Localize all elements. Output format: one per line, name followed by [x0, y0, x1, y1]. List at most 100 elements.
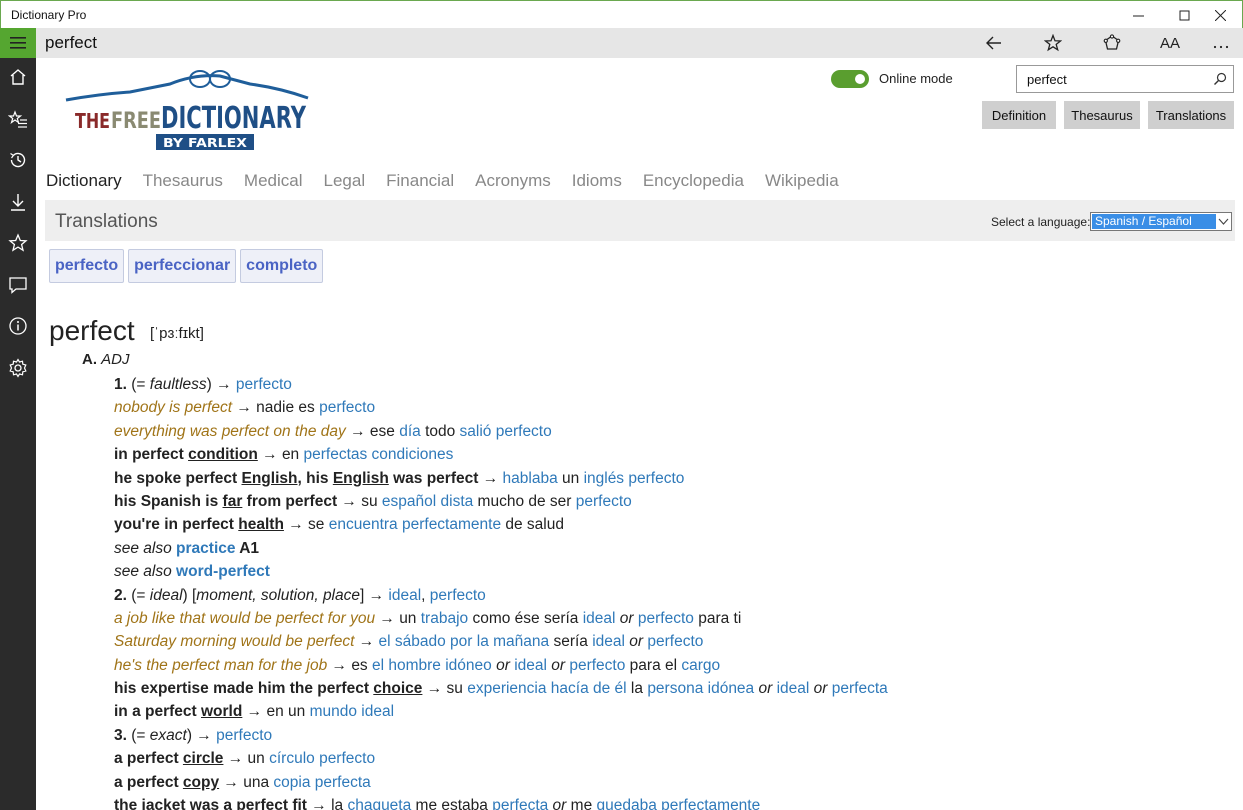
pos-letter: A.: [82, 351, 97, 368]
translation-link[interactable]: cargo: [681, 657, 720, 674]
translation-link[interactable]: perfecto: [430, 587, 486, 604]
text: → en: [257, 446, 304, 464]
cross-reference-link[interactable]: word-perfect: [176, 563, 270, 580]
text: un: [557, 469, 584, 487]
keyword-link[interactable]: circle: [183, 750, 224, 767]
translation-link[interactable]: ideal: [514, 657, 547, 674]
tab-medical[interactable]: Medical: [244, 171, 303, 191]
close-button[interactable]: [1197, 1, 1243, 29]
translation-link[interactable]: día: [399, 423, 421, 440]
translation-link[interactable]: mundo ideal: [310, 703, 394, 720]
font-size-button[interactable]: AA: [1150, 28, 1190, 58]
translation-chip[interactable]: completo: [240, 249, 324, 283]
definition-button[interactable]: Definition: [982, 101, 1056, 129]
translation-link[interactable]: chaqueta: [347, 797, 411, 810]
keyword-link[interactable]: condition: [188, 446, 258, 463]
translation-link[interactable]: perfecta: [832, 680, 888, 697]
italic-text: moment, solution, place: [196, 586, 360, 604]
tab-encyclopedia[interactable]: Encyclopedia: [643, 171, 744, 191]
translation-link[interactable]: trabajo: [421, 610, 468, 627]
keyword-link[interactable]: health: [238, 516, 284, 533]
translation-link[interactable]: ideal: [777, 680, 810, 697]
cross-reference-link[interactable]: practice: [176, 540, 235, 557]
entry-line: 3. (= exact) → perfecto: [114, 725, 888, 748]
translation-link[interactable]: persona idónea: [647, 680, 754, 697]
language-select[interactable]: Spanish / Español: [1090, 212, 1232, 231]
translation-link[interactable]: copia perfecta: [273, 774, 370, 791]
tab-acronyms[interactable]: Acronyms: [475, 171, 551, 191]
translation-link[interactable]: español dista: [382, 493, 473, 510]
text: → un: [375, 609, 421, 627]
search-icon[interactable]: [1213, 72, 1227, 86]
text: como ése sería: [468, 609, 583, 627]
keyword-link[interactable]: far: [223, 493, 243, 510]
keyword-link[interactable]: world: [201, 703, 242, 720]
translation-link[interactable]: perfecto: [319, 399, 375, 416]
back-button[interactable]: [974, 28, 1014, 58]
search-input[interactable]: [1027, 72, 1207, 87]
favorites-list-button[interactable]: [0, 101, 36, 137]
translation-chip[interactable]: perfeccionar: [128, 249, 237, 283]
entry-line: the jacket was a perfect fit → la chaque…: [114, 795, 888, 810]
keyword-link[interactable]: English: [242, 470, 298, 487]
tab-wikipedia[interactable]: Wikipedia: [765, 171, 839, 191]
tab-dictionary[interactable]: Dictionary: [46, 171, 122, 191]
keyword-link[interactable]: English: [333, 470, 389, 487]
translation-link[interactable]: ideal: [592, 633, 625, 650]
translation-link[interactable]: perfecto: [236, 376, 292, 393]
entry-line: his Spanish is far from perfect → su esp…: [114, 491, 888, 514]
feedback-button[interactable]: [0, 267, 36, 303]
translation-link[interactable]: hablaba: [503, 470, 558, 487]
favorites-button[interactable]: [0, 225, 36, 261]
tab-legal[interactable]: Legal: [324, 171, 366, 191]
translation-link[interactable]: círculo perfecto: [269, 750, 375, 767]
menu-button[interactable]: [0, 28, 36, 58]
tab-thesaurus[interactable]: Thesaurus: [143, 171, 223, 191]
home-button[interactable]: [0, 59, 36, 95]
translation-link[interactable]: el hombre idóneo: [372, 657, 492, 674]
translation-link[interactable]: quedaba perfectamente: [597, 797, 761, 810]
translation-chip[interactable]: perfecto: [49, 249, 125, 283]
minimize-icon: [1132, 15, 1144, 16]
keyword-link[interactable]: copy: [183, 774, 219, 791]
translation-link[interactable]: encuentra perfectamente: [329, 516, 501, 533]
more-button[interactable]: [1201, 28, 1241, 58]
translation-link[interactable]: perfecto: [216, 727, 272, 744]
translation-link[interactable]: inglés perfecto: [584, 470, 685, 487]
bold-text: his Spanish is: [114, 492, 223, 510]
translation-link[interactable]: perfectas condiciones: [304, 446, 454, 463]
info-button[interactable]: [0, 308, 36, 344]
italic-text: or: [809, 680, 832, 698]
translation-link[interactable]: ideal: [388, 587, 421, 604]
bold-text: from perfect: [242, 492, 338, 510]
italic-text: see also: [114, 563, 177, 581]
share-button[interactable]: [1092, 28, 1132, 58]
svg-text:DICTIONARY: DICTIONARY: [161, 101, 307, 136]
settings-button[interactable]: [0, 350, 36, 386]
translation-link[interactable]: ideal: [583, 610, 616, 627]
translation-link[interactable]: el sábado por la mañana: [379, 633, 550, 650]
download-button[interactable]: [0, 184, 36, 220]
free-dictionary-logo: THE FREE DICTIONARY BY FARLEX: [65, 70, 309, 150]
thesaurus-button[interactable]: Thesaurus: [1064, 101, 1140, 129]
tab-idioms[interactable]: Idioms: [572, 171, 622, 191]
text: de salud: [501, 516, 564, 534]
translation-link[interactable]: perfecto: [569, 657, 625, 674]
translation-link[interactable]: perfecto: [576, 493, 632, 510]
translation-link[interactable]: experiencia hacía de él: [467, 680, 626, 697]
search-box[interactable]: [1016, 65, 1234, 93]
translations-heading: Translations: [55, 211, 158, 232]
history-button[interactable]: [0, 142, 36, 178]
translation-link[interactable]: perfecto: [647, 633, 703, 650]
translation-link[interactable]: perfecta: [492, 797, 548, 810]
keyword-link[interactable]: choice: [373, 680, 422, 697]
translation-link[interactable]: salió perfecto: [460, 423, 552, 440]
entry-headword: perfect: [49, 315, 135, 346]
menu-icon: [10, 37, 26, 49]
translations-button[interactable]: Translations: [1148, 101, 1234, 129]
minimize-button[interactable]: [1115, 1, 1161, 29]
translation-link[interactable]: perfecto: [638, 610, 694, 627]
favorite-button[interactable]: [1033, 28, 1073, 58]
online-mode-toggle[interactable]: [831, 70, 869, 88]
tab-financial[interactable]: Financial: [386, 171, 454, 191]
